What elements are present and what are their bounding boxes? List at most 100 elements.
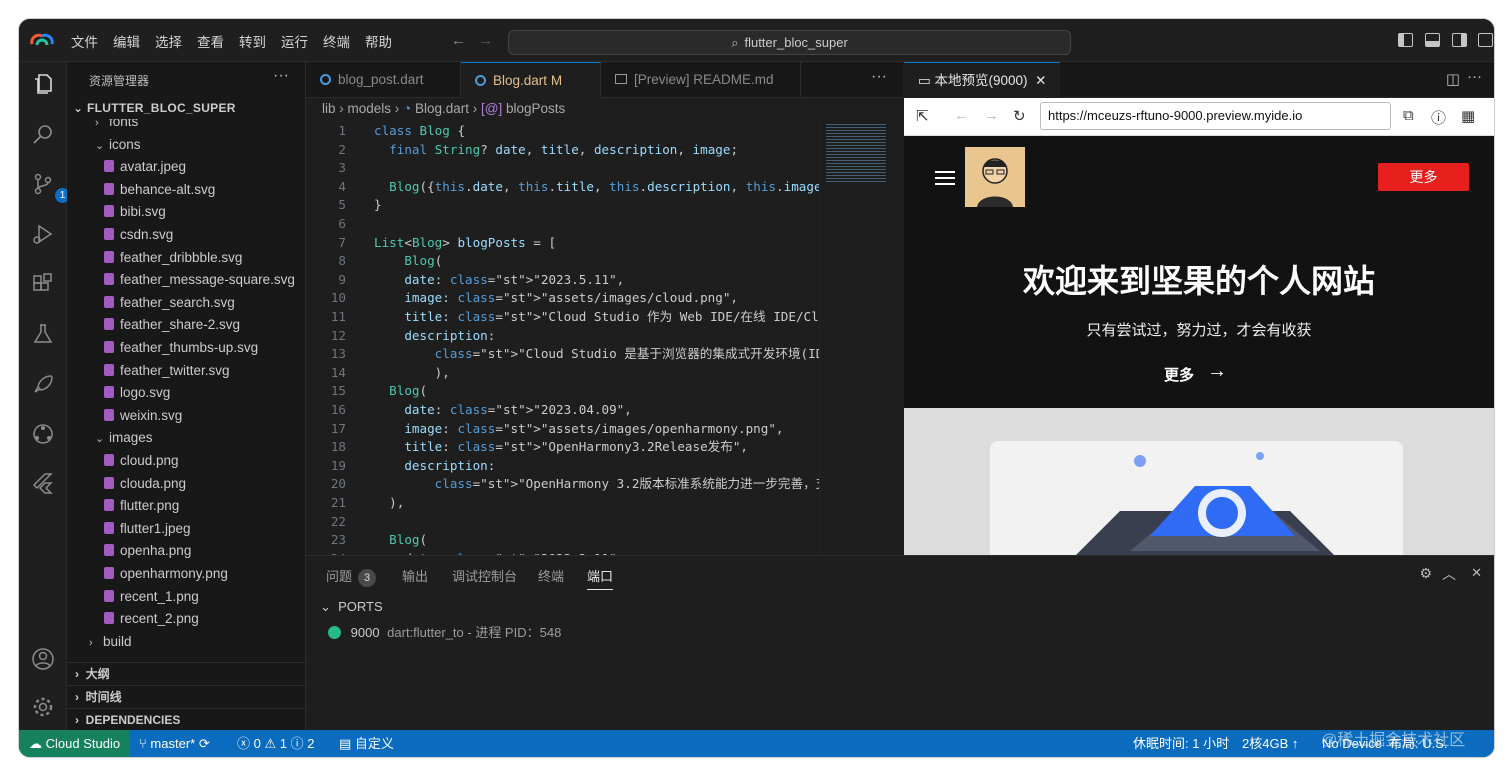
customize-indicator[interactable]: ▤ 自定义 [339,730,394,757]
tree-item[interactable]: feather_search.svg [67,292,305,314]
tree-item[interactable]: weixin.svg [67,405,305,427]
featured-image-card[interactable] [990,441,1403,555]
tree-item[interactable]: flutter1.jpeg [67,518,305,540]
section-outline[interactable]: › 大纲 [67,662,305,685]
more-button[interactable]: 更多 [1378,163,1469,191]
tree-item[interactable]: openha.png [67,540,305,562]
back-arrow-icon[interactable]: ← [954,107,969,124]
flutter-icon[interactable] [31,472,55,496]
maximize-panel-icon[interactable]: ︿ [1442,564,1456,584]
section-timeline[interactable]: › 时间线 [67,685,305,708]
device-toggle-icon[interactable]: ⧉ [1403,107,1414,124]
testing-icon[interactable] [31,322,55,346]
breadcrumb-lib[interactable]: lib [322,101,336,116]
port-row[interactable]: 9000 dart:flutter_to - 进程 PID：548 [328,622,561,641]
more-actions-icon[interactable]: ··· [1467,68,1482,85]
source-control-icon[interactable]: 1 [31,172,70,203]
tree-item[interactable]: bibi.svg [67,201,305,223]
toggle-sidebar-icon[interactable] [1398,33,1413,47]
menu-item-file[interactable]: 文件 [71,31,98,51]
more-actions-icon[interactable]: ··· [871,68,887,86]
tree-item[interactable]: openharmony.png [67,563,305,585]
qr-code-icon[interactable]: ▦ [1461,107,1475,125]
close-panel-icon[interactable]: ✕ [1471,565,1482,581]
breadcrumb-models[interactable]: models [348,101,392,116]
remote-indicator[interactable]: ☁ Cloud Studio [19,730,131,757]
tab-blog-dart[interactable]: Blog.dart M [461,62,601,98]
sharing-icon[interactable] [31,422,55,446]
tab-debug-console[interactable]: 调试控制台 [452,566,517,585]
hamburger-menu-icon[interactable] [935,171,955,185]
section-dependencies[interactable]: › DEPENDENCIES [67,708,305,730]
tree-item-label: behance-alt.svg [120,181,216,197]
toggle-panel-icon[interactable] [1425,33,1440,47]
search-icon[interactable] [31,122,55,146]
code-editor[interactable]: 1 class Blog {2 final String? date, title… [306,120,903,555]
tab-problems[interactable]: 问题 3 [326,566,377,587]
tree-item[interactable]: recent_2.png [67,608,305,630]
branch-indicator[interactable]: ⑂ master* ⟳ [139,730,210,757]
tree-item[interactable]: logo.svg [67,382,305,404]
tree-item[interactable]: avatar.jpeg [67,156,305,178]
forward-arrow-icon[interactable]: → [478,32,493,49]
back-arrow-icon[interactable]: ← [451,32,466,49]
toggle-secondary-sidebar-icon[interactable] [1452,33,1467,47]
tree-item[interactable]: behance-alt.svg [67,179,305,201]
tab-local-preview[interactable]: ▭ 本地预览(9000) ✕ [904,62,1061,98]
close-icon[interactable]: ✕ [1035,73,1046,88]
tree-item[interactable]: ⌄ icons [67,134,305,156]
tree-item[interactable]: csdn.svg [67,224,305,246]
tree-item[interactable]: cloud.png [67,450,305,472]
tree-item[interactable]: feather_message-square.svg [67,269,305,291]
ports-header[interactable]: ⌄ PORTS [320,599,383,615]
workspace-root[interactable]: ⌄ FLUTTER_BLOC_SUPER [73,101,236,115]
tab-ports[interactable]: 端口 [587,566,614,590]
tree-item[interactable]: ⌄ images [67,427,305,449]
open-external-icon[interactable]: ⇱ [916,107,929,125]
tree-item[interactable]: feather_twitter.svg [67,360,305,382]
tree-item[interactable]: feather_thumbs-up.svg [67,337,305,359]
menu-item-help[interactable]: 帮助 [365,31,392,51]
tree-item[interactable]: clouda.png [67,473,305,495]
menu-item-view[interactable]: 查看 [197,31,224,51]
tab-blog-post[interactable]: blog_post.dart [306,62,461,98]
tab-terminal[interactable]: 终端 [538,566,564,585]
command-center-search[interactable]: ⌕ flutter_bloc_super [508,30,1071,55]
file-icon [104,544,114,557]
help-icon[interactable]: ⓘ [1431,107,1446,128]
url-input[interactable]: https://mceuzs-rftuno-9000.preview.myide… [1040,102,1391,130]
tree-item[interactable]: feather_share-2.svg [67,314,305,336]
more-link[interactable]: 更多 [1164,364,1194,385]
remote-rocket-icon[interactable] [31,372,55,396]
split-editor-icon[interactable]: ◫ [1446,70,1460,88]
customize-layout-icon[interactable] [1478,33,1493,47]
tab-output[interactable]: 输出 [402,566,428,585]
tab-readme-preview[interactable]: [Preview] README.md [601,62,801,98]
menu-item-selection[interactable]: 选择 [155,31,182,51]
tree-item[interactable]: recent_1.png [67,586,305,608]
account-icon[interactable] [31,647,55,671]
resources-indicator[interactable]: 2核4GB ↑ [1242,730,1298,757]
breadcrumb-symbol[interactable]: blogPosts [506,101,565,116]
sleep-indicator[interactable]: 休眠时间: 1 小时 [1133,730,1229,757]
extensions-icon[interactable] [31,272,55,296]
forward-arrow-icon[interactable]: → [984,107,999,124]
menu-item-run[interactable]: 运行 [281,31,308,51]
settings-gear-icon[interactable]: ⚙ [1419,565,1432,582]
menu-item-edit[interactable]: 编辑 [113,31,140,51]
tree-item[interactable]: flutter.png [67,495,305,517]
breadcrumb-file[interactable]: Blog.dart [415,101,469,116]
tree-item[interactable]: › fonts [67,119,305,133]
explorer-icon[interactable] [31,72,55,96]
reload-icon[interactable]: ↻ [1013,107,1026,125]
settings-gear-icon[interactable] [31,695,55,719]
tree-item[interactable]: feather_dribbble.svg [67,247,305,269]
more-actions-icon[interactable]: ··· [273,67,289,85]
run-debug-icon[interactable] [31,222,55,246]
minimap[interactable] [819,120,903,555]
menu-item-terminal[interactable]: 终端 [323,31,350,51]
menu-item-go[interactable]: 转到 [239,31,266,51]
tree-item[interactable]: › build [67,631,305,653]
arrow-right-icon[interactable]: → [1207,360,1227,383]
problems-indicator[interactable]: ⓧ 0 ⚠ 1 ⓘ 2 [237,730,314,757]
